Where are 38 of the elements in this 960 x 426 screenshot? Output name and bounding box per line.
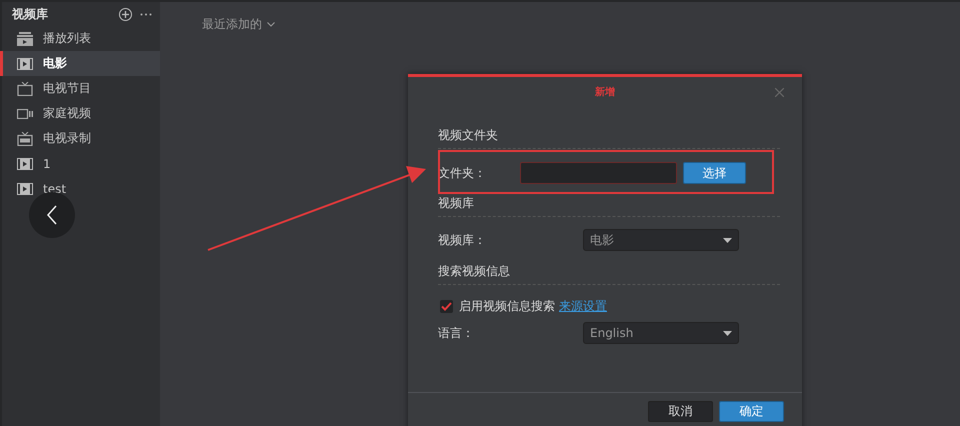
add-icon[interactable] — [119, 8, 132, 20]
film-icon — [17, 182, 33, 194]
video-camera-icon — [17, 108, 33, 118]
film-icon — [17, 58, 33, 70]
dropdown-icon — [723, 330, 732, 336]
film-icon — [17, 158, 33, 170]
back-button[interactable] — [29, 192, 75, 238]
section-title: 视频文件夹 — [438, 127, 780, 149]
source-settings-link[interactable]: 来源设置 — [559, 298, 607, 314]
playlist-icon — [17, 32, 33, 46]
more-icon[interactable] — [140, 12, 152, 16]
sidebar-title: 视频库 — [12, 6, 49, 22]
library-select[interactable]: 电影 — [583, 229, 739, 251]
sidebar-item[interactable]: test — [0, 176, 160, 201]
chevron-left-icon — [46, 205, 58, 225]
sidebar-item[interactable]: 电影 — [0, 51, 160, 76]
section-title: 视频库 — [438, 195, 780, 217]
sidebar-item[interactable]: 电视节目 — [0, 76, 160, 101]
folder-field[interactable] — [520, 162, 677, 184]
sidebar-item[interactable]: 家庭视频 — [0, 101, 160, 126]
choose-button[interactable]: 选择 — [683, 162, 746, 184]
field-label: 视频库： — [438, 232, 487, 248]
confirm-button[interactable]: 确定 — [719, 401, 784, 422]
cancel-button[interactable]: 取消 — [648, 401, 713, 422]
dialog-title: 新增 — [595, 85, 615, 99]
sidebar-item[interactable]: 电视录制 — [0, 126, 160, 151]
checkbox-label: 启用视频信息搜索 — [459, 298, 555, 314]
chevron-down-icon[interactable] — [267, 22, 275, 27]
language-select[interactable]: English — [583, 322, 739, 344]
checkbox[interactable] — [440, 300, 453, 312]
sort-label[interactable]: 最近添加的 — [202, 16, 262, 33]
field-label: 语言： — [438, 324, 475, 342]
tv-icon — [17, 82, 33, 96]
sidebar-item[interactable]: 播放列表 — [0, 26, 160, 51]
tv-recording-icon — [17, 132, 33, 146]
dropdown-icon — [723, 238, 732, 242]
sidebar-item[interactable]: 1 — [0, 151, 160, 176]
section-title: 搜索视频信息 — [438, 263, 780, 285]
